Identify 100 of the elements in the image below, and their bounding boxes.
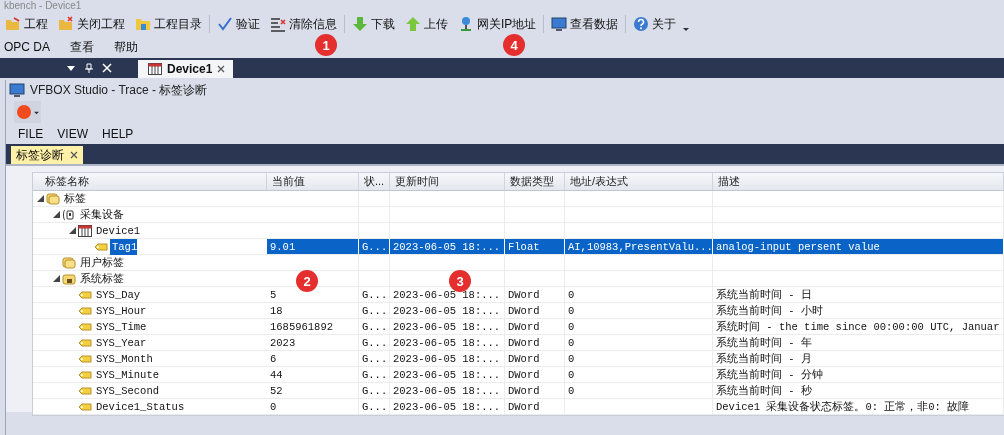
column-header[interactable]: 数据类型 bbox=[505, 173, 565, 190]
toolbar-button[interactable]: 工程目录 bbox=[130, 13, 207, 35]
table-cell: 9.01 bbox=[267, 239, 359, 255]
window-title: kbench - Device1 bbox=[3, 0, 83, 12]
column-header[interactable]: 更新时间 bbox=[390, 173, 505, 190]
table-cell: 系统时间 - the time since 00:00:00 UTC, Januar bbox=[713, 319, 1004, 335]
expanded-triangle-icon[interactable] bbox=[53, 275, 60, 282]
tree-row[interactable]: SYS_Second 52 G... 2023-06-05 18:... DWord 0 系统当前时间 - 秒 bbox=[33, 383, 1004, 399]
table-cell: 0 bbox=[565, 319, 713, 335]
menu-item[interactable]: HELP bbox=[102, 127, 134, 141]
checkmark-icon bbox=[217, 16, 233, 32]
folder-icon bbox=[5, 16, 21, 32]
tag-name: SYS_Hour bbox=[95, 303, 147, 319]
toolbar-button[interactable]: 网关IP地址 bbox=[453, 13, 542, 35]
table-cell: G... bbox=[359, 367, 390, 383]
network-icon bbox=[458, 16, 474, 32]
table-cell: analog-input persent value bbox=[713, 239, 1004, 255]
document-tab[interactable]: 标签诊断 bbox=[11, 146, 83, 164]
pin-icon[interactable] bbox=[84, 63, 94, 73]
table-cell: 2023-06-05 18:... bbox=[390, 319, 505, 335]
expanded-triangle-icon[interactable] bbox=[53, 211, 60, 218]
toolbar-button[interactable]: 验证 bbox=[212, 13, 265, 35]
close-icon[interactable] bbox=[217, 65, 226, 73]
column-header[interactable]: 状... bbox=[359, 173, 390, 190]
toolbar-button[interactable]: 查看数据 bbox=[546, 13, 624, 35]
tree-row[interactable]: SYS_Time 1685961892 G... 2023-06-05 18:... DWord 0 系统时间 - the time since 00:00:00 UTC, Januar bbox=[33, 319, 1004, 335]
table-cell: G... bbox=[359, 287, 390, 303]
menu-item[interactable]: 帮助 bbox=[110, 36, 146, 58]
toolbar-button[interactable]: 下载 bbox=[347, 13, 400, 35]
tag-icon bbox=[78, 384, 92, 397]
toolbar-button[interactable]: 关闭工程 bbox=[53, 13, 130, 35]
number-badge: 4 bbox=[503, 34, 525, 56]
table-cell: G... bbox=[359, 319, 390, 335]
document-tab[interactable]: Device1 bbox=[138, 60, 234, 78]
tree-row[interactable]: 用户标签 bbox=[33, 255, 1004, 271]
table-cell: G... bbox=[359, 303, 390, 319]
table-cell: 18 bbox=[267, 303, 359, 319]
table-cell: 系统当前时间 - 月 bbox=[713, 351, 1004, 367]
table-cell: DWord bbox=[505, 383, 565, 399]
tree-row[interactable]: Device1_Status 0 G... 2023-06-05 18:... DWord Device1 采集设备状态标签。0: 正常，非0: 故障 bbox=[33, 399, 1004, 415]
tag-icon bbox=[78, 288, 92, 301]
table-cell: 2023-06-05 18:... bbox=[390, 335, 505, 351]
tree-row[interactable]: Tag1 9.01 G... 2023-06-05 18:... Float AI,10983,PresentValu... analog-input persent value bbox=[33, 239, 1004, 255]
record-button[interactable] bbox=[14, 101, 41, 123]
tag-name: 标签 bbox=[63, 191, 86, 207]
table-cell: 2023-06-05 18:... bbox=[390, 399, 505, 415]
tree-row[interactable]: 标签 bbox=[33, 191, 1004, 207]
system-tags-icon bbox=[62, 272, 76, 285]
tag-icon bbox=[78, 352, 92, 365]
table-cell: 2023 bbox=[267, 335, 359, 351]
tree-row[interactable]: SYS_Minute 44 G... 2023-06-05 18:... DWord 0 系统当前时间 - 分钟 bbox=[33, 367, 1004, 383]
tag-name: SYS_Month bbox=[95, 351, 153, 367]
tag-icon bbox=[78, 320, 92, 333]
toolbar-button[interactable]: 关于 bbox=[628, 13, 682, 35]
tree-row[interactable]: SYS_Month 6 G... 2023-06-05 18:... DWord 0 系统当前时间 - 月 bbox=[33, 351, 1004, 367]
tree-row[interactable]: SYS_Hour 18 G... 2023-06-05 18:... DWord 0 系统当前时间 - 小时 bbox=[33, 303, 1004, 319]
folder-icon bbox=[58, 16, 74, 32]
table-cell: DWord bbox=[505, 335, 565, 351]
table-cell: 0 bbox=[565, 335, 713, 351]
expanded-triangle-icon[interactable] bbox=[37, 195, 44, 202]
table-cell: 系统当前时间 - 年 bbox=[713, 335, 1004, 351]
expanded-triangle-icon[interactable] bbox=[69, 227, 76, 234]
toolbar-button[interactable]: 工程 bbox=[0, 13, 53, 35]
folder-icon bbox=[135, 16, 151, 32]
menu-item[interactable]: OPC DA bbox=[0, 38, 58, 56]
table-cell: 系统当前时间 - 分钟 bbox=[713, 367, 1004, 383]
column-header[interactable]: 当前值 bbox=[267, 173, 359, 190]
column-header[interactable]: 标签名称 bbox=[33, 173, 267, 190]
tag-name: 采集设备 bbox=[79, 207, 124, 223]
tag-icon bbox=[78, 368, 92, 381]
tag-name: 系统标签 bbox=[79, 271, 124, 287]
close-icon[interactable] bbox=[70, 151, 78, 159]
tag-name: SYS_Time bbox=[95, 319, 147, 335]
table-cell: 0 bbox=[565, 351, 713, 367]
device-icon bbox=[78, 224, 92, 237]
table-cell: 52 bbox=[267, 383, 359, 399]
tags-folder-icon bbox=[46, 192, 60, 205]
window-title: VFBOX Studio - Trace - 标签诊断 bbox=[30, 81, 208, 99]
dropdown-caret-icon[interactable] bbox=[66, 63, 76, 73]
monitor-icon bbox=[551, 16, 568, 32]
overflow-caret-icon[interactable] bbox=[683, 26, 690, 32]
tag-name: SYS_Second bbox=[95, 383, 159, 399]
tags-folder-icon bbox=[62, 256, 76, 269]
table-cell: 2023-06-05 18:... bbox=[390, 367, 505, 383]
table-cell: 系统当前时间 - 小时 bbox=[713, 303, 1004, 319]
menu-item[interactable]: FILE bbox=[18, 127, 44, 141]
table-cell: 0 bbox=[565, 303, 713, 319]
tree-row[interactable]: 采集设备 bbox=[33, 207, 1004, 223]
toolbar-button[interactable]: 清除信息 bbox=[265, 13, 342, 35]
table-cell: 0 bbox=[565, 383, 713, 399]
column-header[interactable]: 描述 bbox=[713, 173, 1004, 190]
menu-item[interactable]: 查看 bbox=[66, 36, 102, 58]
table-cell: 0 bbox=[565, 287, 713, 303]
column-header[interactable]: 地址/表达式 bbox=[565, 173, 713, 190]
menu-item[interactable]: VIEW bbox=[57, 127, 88, 141]
down-arrow-icon bbox=[352, 16, 368, 32]
tree-row[interactable]: SYS_Year 2023 G... 2023-06-05 18:... DWord 0 系统当前时间 - 年 bbox=[33, 335, 1004, 351]
table-cell: DWord bbox=[505, 367, 565, 383]
table-cell: DWord bbox=[505, 399, 565, 415]
toolbar-button[interactable]: 上传 bbox=[400, 13, 453, 35]
